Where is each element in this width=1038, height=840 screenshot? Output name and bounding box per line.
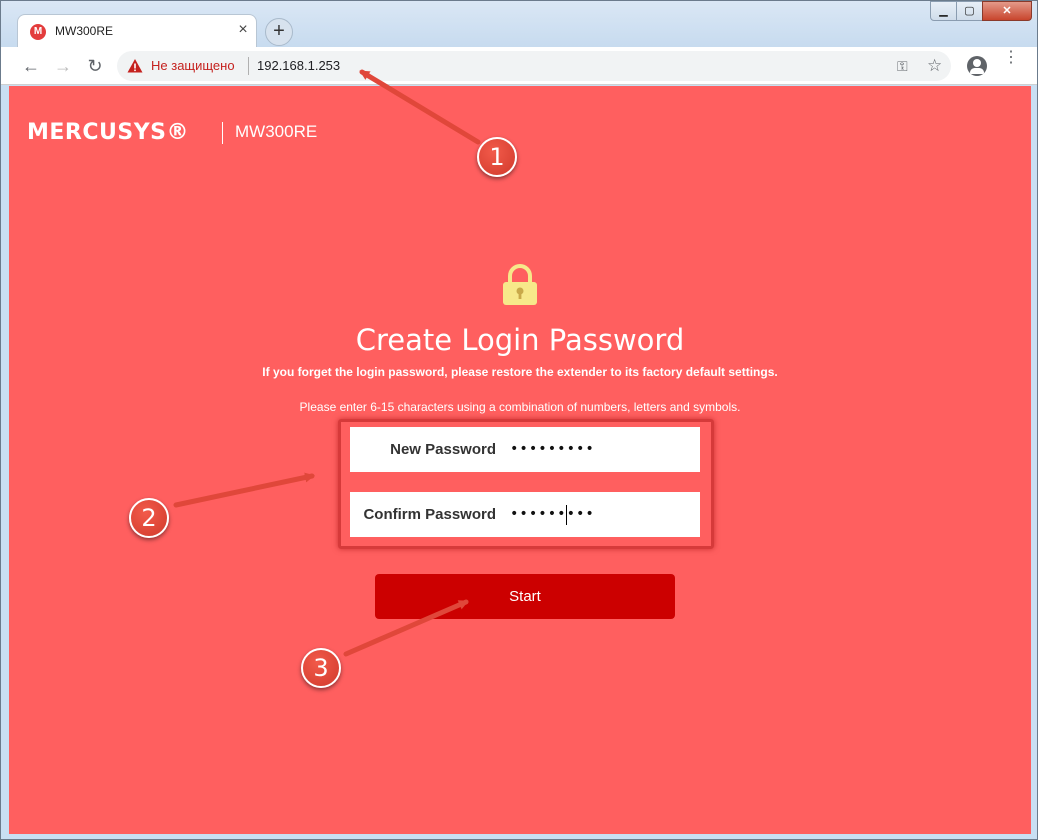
profile-avatar-icon[interactable] bbox=[967, 56, 987, 76]
tab-close-icon[interactable]: × bbox=[234, 21, 252, 39]
page-title: Create Login Password bbox=[355, 323, 685, 357]
start-button[interactable]: Start bbox=[375, 574, 675, 619]
new-password-field[interactable]: New Password bbox=[350, 427, 700, 472]
maximize-button[interactable]: ▢ bbox=[956, 1, 983, 21]
confirm-password-label: Confirm Password bbox=[363, 506, 496, 523]
warning-icon[interactable] bbox=[127, 58, 143, 74]
browser-toolbar: ← → ↻ Не защищено 192.168.1.253 ⚿ ☆ ⋮ bbox=[1, 47, 1037, 85]
title-bar: M MW300RE × + ▁ ▢ ✕ bbox=[1, 1, 1037, 47]
lock-icon bbox=[503, 264, 537, 305]
tab-title: MW300RE bbox=[55, 24, 114, 38]
step-badge-1: 1 bbox=[477, 137, 517, 177]
url-text[interactable]: 192.168.1.253 bbox=[257, 58, 340, 73]
step-badge-3: 3 bbox=[301, 648, 341, 688]
bookmark-star-icon[interactable]: ☆ bbox=[927, 56, 942, 76]
close-window-button[interactable]: ✕ bbox=[982, 1, 1032, 21]
new-password-input[interactable] bbox=[510, 438, 690, 460]
logo-divider bbox=[222, 122, 223, 144]
mercusys-logo: MERCUSYS® bbox=[27, 120, 189, 145]
password-hint: Please enter 6-15 characters using a com… bbox=[299, 400, 741, 414]
address-divider bbox=[248, 57, 249, 75]
mercusys-favicon-icon: M bbox=[30, 24, 46, 40]
back-button[interactable]: ← bbox=[20, 55, 42, 77]
router-setup-page: MERCUSYS® MW300RE Create Login Password … bbox=[9, 86, 1031, 834]
new-tab-button[interactable]: + bbox=[265, 18, 293, 46]
step-badge-2: 2 bbox=[129, 498, 169, 538]
new-password-label: New Password bbox=[390, 441, 496, 458]
minimize-icon: ▁ bbox=[939, 5, 948, 17]
address-bar[interactable]: Не защищено 192.168.1.253 ⚿ ☆ bbox=[117, 51, 951, 81]
menu-kebab-icon[interactable]: ⋮ bbox=[1003, 50, 1019, 66]
reload-button[interactable]: ↻ bbox=[84, 55, 106, 77]
forward-button[interactable]: → bbox=[52, 55, 74, 77]
model-name: MW300RE bbox=[235, 122, 318, 141]
confirm-password-field[interactable]: Confirm Password bbox=[350, 492, 700, 537]
confirm-password-input[interactable] bbox=[510, 503, 690, 525]
key-icon[interactable]: ⚿ bbox=[897, 58, 908, 75]
text-caret bbox=[566, 505, 567, 525]
close-icon: ✕ bbox=[1002, 5, 1012, 17]
maximize-icon: ▢ bbox=[964, 5, 975, 17]
minimize-button[interactable]: ▁ bbox=[930, 1, 957, 21]
browser-tab[interactable]: M MW300RE × bbox=[17, 14, 257, 47]
page-subtitle: If you forget the login password, please… bbox=[262, 365, 778, 379]
browser-window: M MW300RE × + ▁ ▢ ✕ ← → ↻ Не защищено 19… bbox=[0, 0, 1038, 840]
not-secure-label[interactable]: Не защищено bbox=[151, 58, 235, 73]
